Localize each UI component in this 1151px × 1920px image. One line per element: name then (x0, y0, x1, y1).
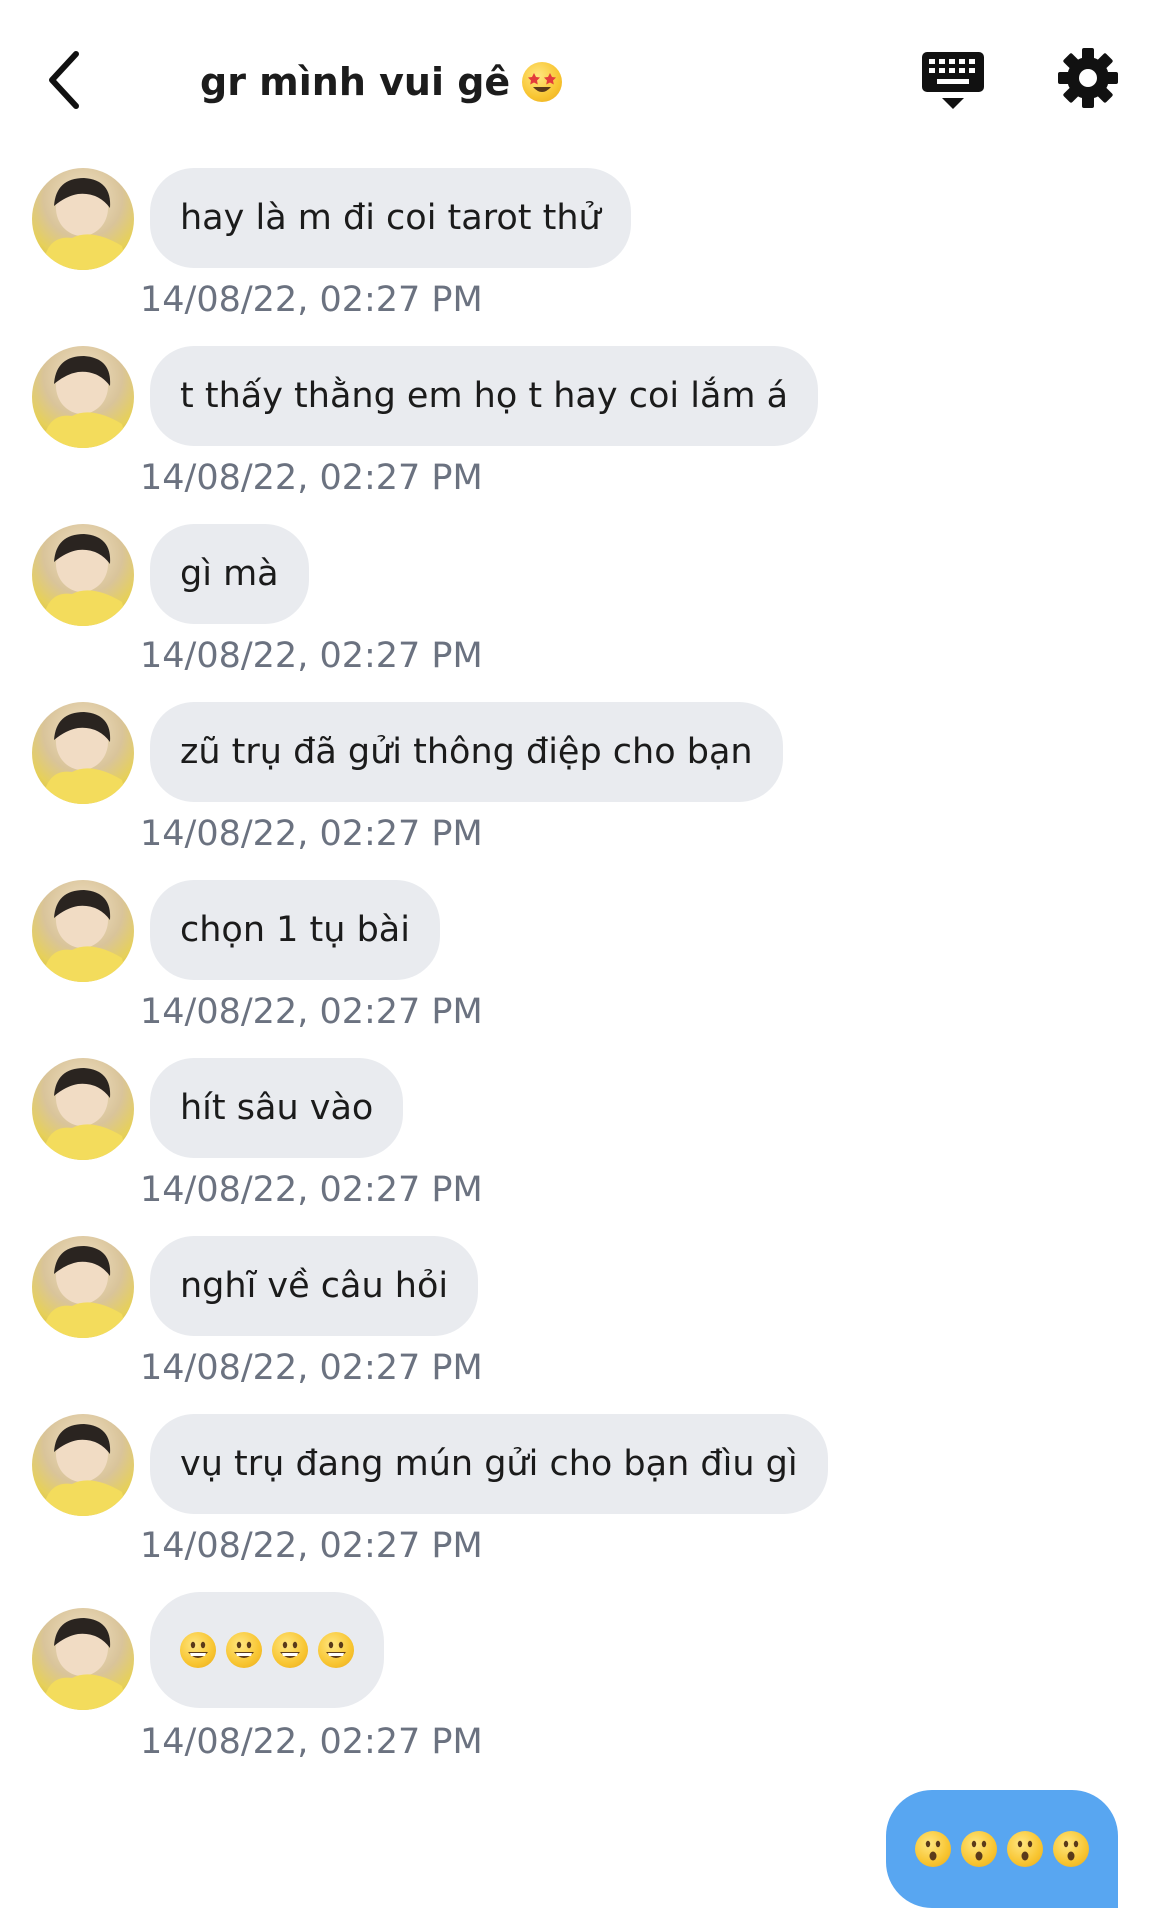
message-bubble[interactable]: hay là m đi coi tarot thử (150, 168, 631, 268)
chevron-left-icon (49, 51, 79, 109)
avatar[interactable] (32, 1414, 134, 1516)
message-timestamp: 14/08/22, 02:27 PM (140, 992, 483, 1032)
avatar[interactable] (32, 1608, 134, 1710)
hushed-face-icon (1053, 1831, 1089, 1867)
message-timestamp: 14/08/22, 02:27 PM (140, 1722, 483, 1762)
message-bubble[interactable]: hít sâu vào (150, 1058, 404, 1158)
keyboard-icon (922, 52, 984, 109)
hushed-face-icon (1007, 1831, 1043, 1867)
message-timestamp: 14/08/22, 02:27 PM (140, 458, 483, 498)
avatar[interactable] (32, 346, 134, 448)
message-bubble[interactable] (150, 1592, 384, 1708)
avatar[interactable] (32, 702, 134, 804)
settings-button[interactable] (1056, 46, 1120, 110)
emoji-row (915, 1831, 1089, 1867)
back-button[interactable] (38, 45, 90, 115)
hushed-face-icon (961, 1831, 997, 1867)
avatar[interactable] (32, 1058, 134, 1160)
grinning-face-icon (272, 1632, 308, 1668)
message-bubble[interactable]: chọn 1 tụ bài (150, 880, 440, 980)
message-bubble[interactable]: vụ trụ đang mún gửi cho bạn đìu gì (150, 1414, 828, 1514)
avatar[interactable] (32, 524, 134, 626)
chat-header: gr mình vui gê (0, 0, 1151, 160)
message-bubble[interactable]: gì mà (150, 524, 309, 624)
hushed-face-icon (915, 1831, 951, 1867)
message-text: hay là m đi coi tarot thử (180, 198, 601, 238)
message-bubble[interactable]: nghĩ về câu hỏi (150, 1236, 479, 1336)
grinning-face-icon (318, 1632, 354, 1668)
message-text: nghĩ về câu hỏi (180, 1266, 449, 1306)
emoji-row (180, 1632, 354, 1668)
message-bubble[interactable]: zũ trụ đã gửi thông điệp cho bạn (150, 702, 783, 802)
message-text: zũ trụ đã gửi thông điệp cho bạn (180, 732, 753, 772)
message-text: gì mà (180, 554, 279, 594)
message-timestamp: 14/08/22, 02:27 PM (140, 1348, 483, 1388)
grinning-face-icon (226, 1632, 262, 1668)
message-timestamp: 14/08/22, 02:27 PM (140, 636, 483, 676)
star-struck-emoji-icon (522, 62, 563, 102)
keyboard-button[interactable] (920, 50, 986, 112)
message-timestamp: 14/08/22, 02:27 PM (140, 1526, 483, 1566)
grinning-face-icon (180, 1632, 216, 1668)
message-timestamp: 14/08/22, 02:27 PM (140, 814, 483, 854)
gear-icon (1058, 48, 1118, 108)
avatar[interactable] (32, 1236, 134, 1338)
message-timestamp: 14/08/22, 02:27 PM (140, 1170, 483, 1210)
message-timestamp: 14/08/22, 02:27 PM (140, 280, 483, 320)
chat-title-group: gr mình vui gê (200, 52, 563, 112)
message-text: t thấy thằng em họ t hay coi lắm á (180, 376, 789, 416)
message-text: hít sâu vào (180, 1088, 374, 1128)
message-text: chọn 1 tụ bài (180, 910, 410, 950)
avatar[interactable] (32, 168, 134, 270)
message-bubble[interactable]: t thấy thằng em họ t hay coi lắm á (150, 346, 819, 446)
avatar[interactable] (32, 880, 134, 982)
message-text: vụ trụ đang mún gửi cho bạn đìu gì (180, 1444, 798, 1484)
chat-title: gr mình vui gê (200, 60, 511, 104)
sent-message-bubble[interactable] (886, 1790, 1118, 1908)
